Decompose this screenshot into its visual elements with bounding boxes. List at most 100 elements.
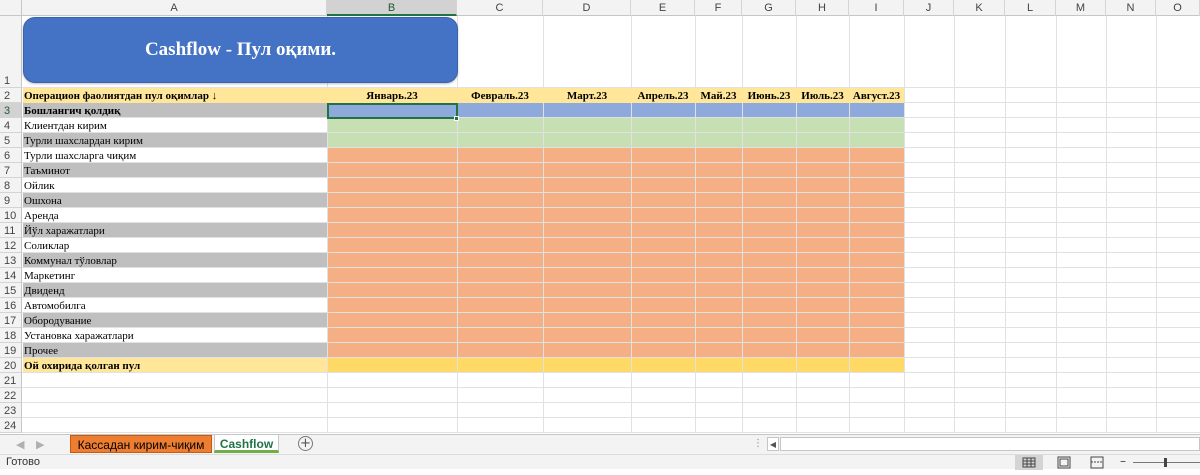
column-header-f[interactable]: F — [695, 0, 742, 16]
value-cell[interactable] — [797, 193, 849, 207]
chevron-right-icon[interactable]: ▶ — [36, 438, 44, 451]
value-cell[interactable] — [632, 298, 695, 312]
value-cell[interactable] — [743, 178, 796, 192]
value-cell[interactable] — [797, 223, 849, 237]
value-cell[interactable] — [458, 223, 543, 237]
row-label-9[interactable]: Ошхона — [23, 193, 327, 208]
column-header-o[interactable]: O — [1156, 0, 1200, 16]
row-header-20[interactable]: 20 — [0, 358, 22, 373]
value-cell[interactable] — [544, 253, 631, 267]
value-cell[interactable] — [458, 358, 543, 372]
value-cell[interactable] — [743, 253, 796, 267]
value-cell[interactable] — [328, 208, 457, 222]
value-cell[interactable] — [328, 178, 457, 192]
value-cell[interactable] — [850, 313, 904, 327]
value-cell[interactable] — [797, 133, 849, 147]
title-shape[interactable]: Cashflow - Пул оқими. — [23, 17, 458, 83]
value-cell[interactable] — [328, 238, 457, 252]
value-cell[interactable] — [544, 103, 631, 117]
value-cell[interactable] — [743, 358, 796, 372]
row-header-10[interactable]: 10 — [0, 208, 22, 223]
value-cell[interactable] — [632, 343, 695, 357]
value-cell[interactable] — [743, 283, 796, 297]
value-cell[interactable] — [458, 313, 543, 327]
value-cell[interactable] — [544, 313, 631, 327]
row-header-11[interactable]: 11 — [0, 223, 22, 238]
value-cell[interactable] — [544, 133, 631, 147]
value-cell[interactable] — [458, 178, 543, 192]
value-cell[interactable] — [328, 148, 457, 162]
value-cell[interactable] — [632, 358, 695, 372]
value-cell[interactable] — [797, 268, 849, 282]
row-header-23[interactable]: 23 — [0, 403, 22, 418]
plus-circle-icon[interactable]: + — [298, 436, 313, 451]
value-cell[interactable] — [696, 103, 742, 117]
row-header-2[interactable]: 2 — [0, 88, 22, 103]
value-cell[interactable] — [544, 118, 631, 132]
value-cell[interactable] — [328, 193, 457, 207]
value-cell[interactable] — [458, 148, 543, 162]
value-cell[interactable] — [544, 178, 631, 192]
value-cell[interactable] — [743, 133, 796, 147]
value-cell[interactable] — [328, 313, 457, 327]
row-label-3[interactable]: Бошлангич қолдиқ — [23, 103, 327, 118]
value-cell[interactable] — [743, 223, 796, 237]
value-cell[interactable] — [544, 343, 631, 357]
value-cell[interactable] — [544, 163, 631, 177]
sheet-tab-kassa[interactable]: Кассадан кирим-чиқим — [70, 435, 212, 453]
column-header-n[interactable]: N — [1106, 0, 1156, 16]
value-cell[interactable] — [328, 268, 457, 282]
value-cell[interactable] — [328, 118, 457, 132]
value-cell[interactable] — [743, 148, 796, 162]
value-cell[interactable] — [850, 298, 904, 312]
value-cell[interactable] — [797, 253, 849, 267]
value-cell[interactable] — [458, 298, 543, 312]
value-cell[interactable] — [544, 148, 631, 162]
value-cell[interactable] — [850, 133, 904, 147]
column-header-e[interactable]: E — [631, 0, 695, 16]
column-header-b[interactable]: B — [327, 0, 457, 16]
value-cell[interactable] — [632, 313, 695, 327]
value-cell[interactable] — [696, 268, 742, 282]
month-header-5[interactable]: Май.23 — [695, 89, 742, 103]
row-label-17[interactable]: Обородувание — [23, 313, 327, 328]
column-header-a[interactable]: A — [22, 0, 327, 16]
row-header-15[interactable]: 15 — [0, 283, 22, 298]
header-label-cell[interactable]: Операцион фаолиятдан пул оқимлар ↓ — [23, 88, 327, 103]
column-header-d[interactable]: D — [543, 0, 631, 16]
value-cell[interactable] — [458, 163, 543, 177]
value-cell[interactable] — [632, 253, 695, 267]
column-header-k[interactable]: K — [954, 0, 1005, 16]
value-cell[interactable] — [632, 163, 695, 177]
value-cell[interactable] — [544, 328, 631, 342]
row-header-14[interactable]: 14 — [0, 268, 22, 283]
value-cell[interactable] — [632, 223, 695, 237]
row-header-18[interactable]: 18 — [0, 328, 22, 343]
value-cell[interactable] — [696, 193, 742, 207]
value-cell[interactable] — [850, 253, 904, 267]
row-label-11[interactable]: Йўл харажатлари — [23, 223, 327, 238]
value-cell[interactable] — [797, 118, 849, 132]
value-cell[interactable] — [696, 238, 742, 252]
value-cell[interactable] — [850, 178, 904, 192]
zoom-slider-thumb[interactable] — [1164, 458, 1167, 467]
row-label-12[interactable]: Соликлар — [23, 238, 327, 253]
row-header-22[interactable]: 22 — [0, 388, 22, 403]
month-header-2[interactable]: Февраль.23 — [457, 89, 543, 103]
value-cell[interactable] — [544, 268, 631, 282]
value-cell[interactable] — [632, 208, 695, 222]
row-label-15[interactable]: Двиденд — [23, 283, 327, 298]
tab-split-handle[interactable]: ⋮ — [753, 438, 763, 449]
grid-view-icon[interactable] — [1015, 455, 1043, 470]
row-header-24[interactable]: 24 — [0, 418, 22, 433]
value-cell[interactable] — [632, 283, 695, 297]
value-cell[interactable] — [544, 283, 631, 297]
value-cell[interactable] — [696, 223, 742, 237]
row-header-9[interactable]: 9 — [0, 193, 22, 208]
value-cell[interactable] — [458, 103, 543, 117]
value-cell[interactable] — [850, 358, 904, 372]
row-label-5[interactable]: Турли шахслардан кирим — [23, 133, 327, 148]
value-cell[interactable] — [850, 223, 904, 237]
value-cell[interactable] — [696, 253, 742, 267]
value-cell[interactable] — [797, 328, 849, 342]
